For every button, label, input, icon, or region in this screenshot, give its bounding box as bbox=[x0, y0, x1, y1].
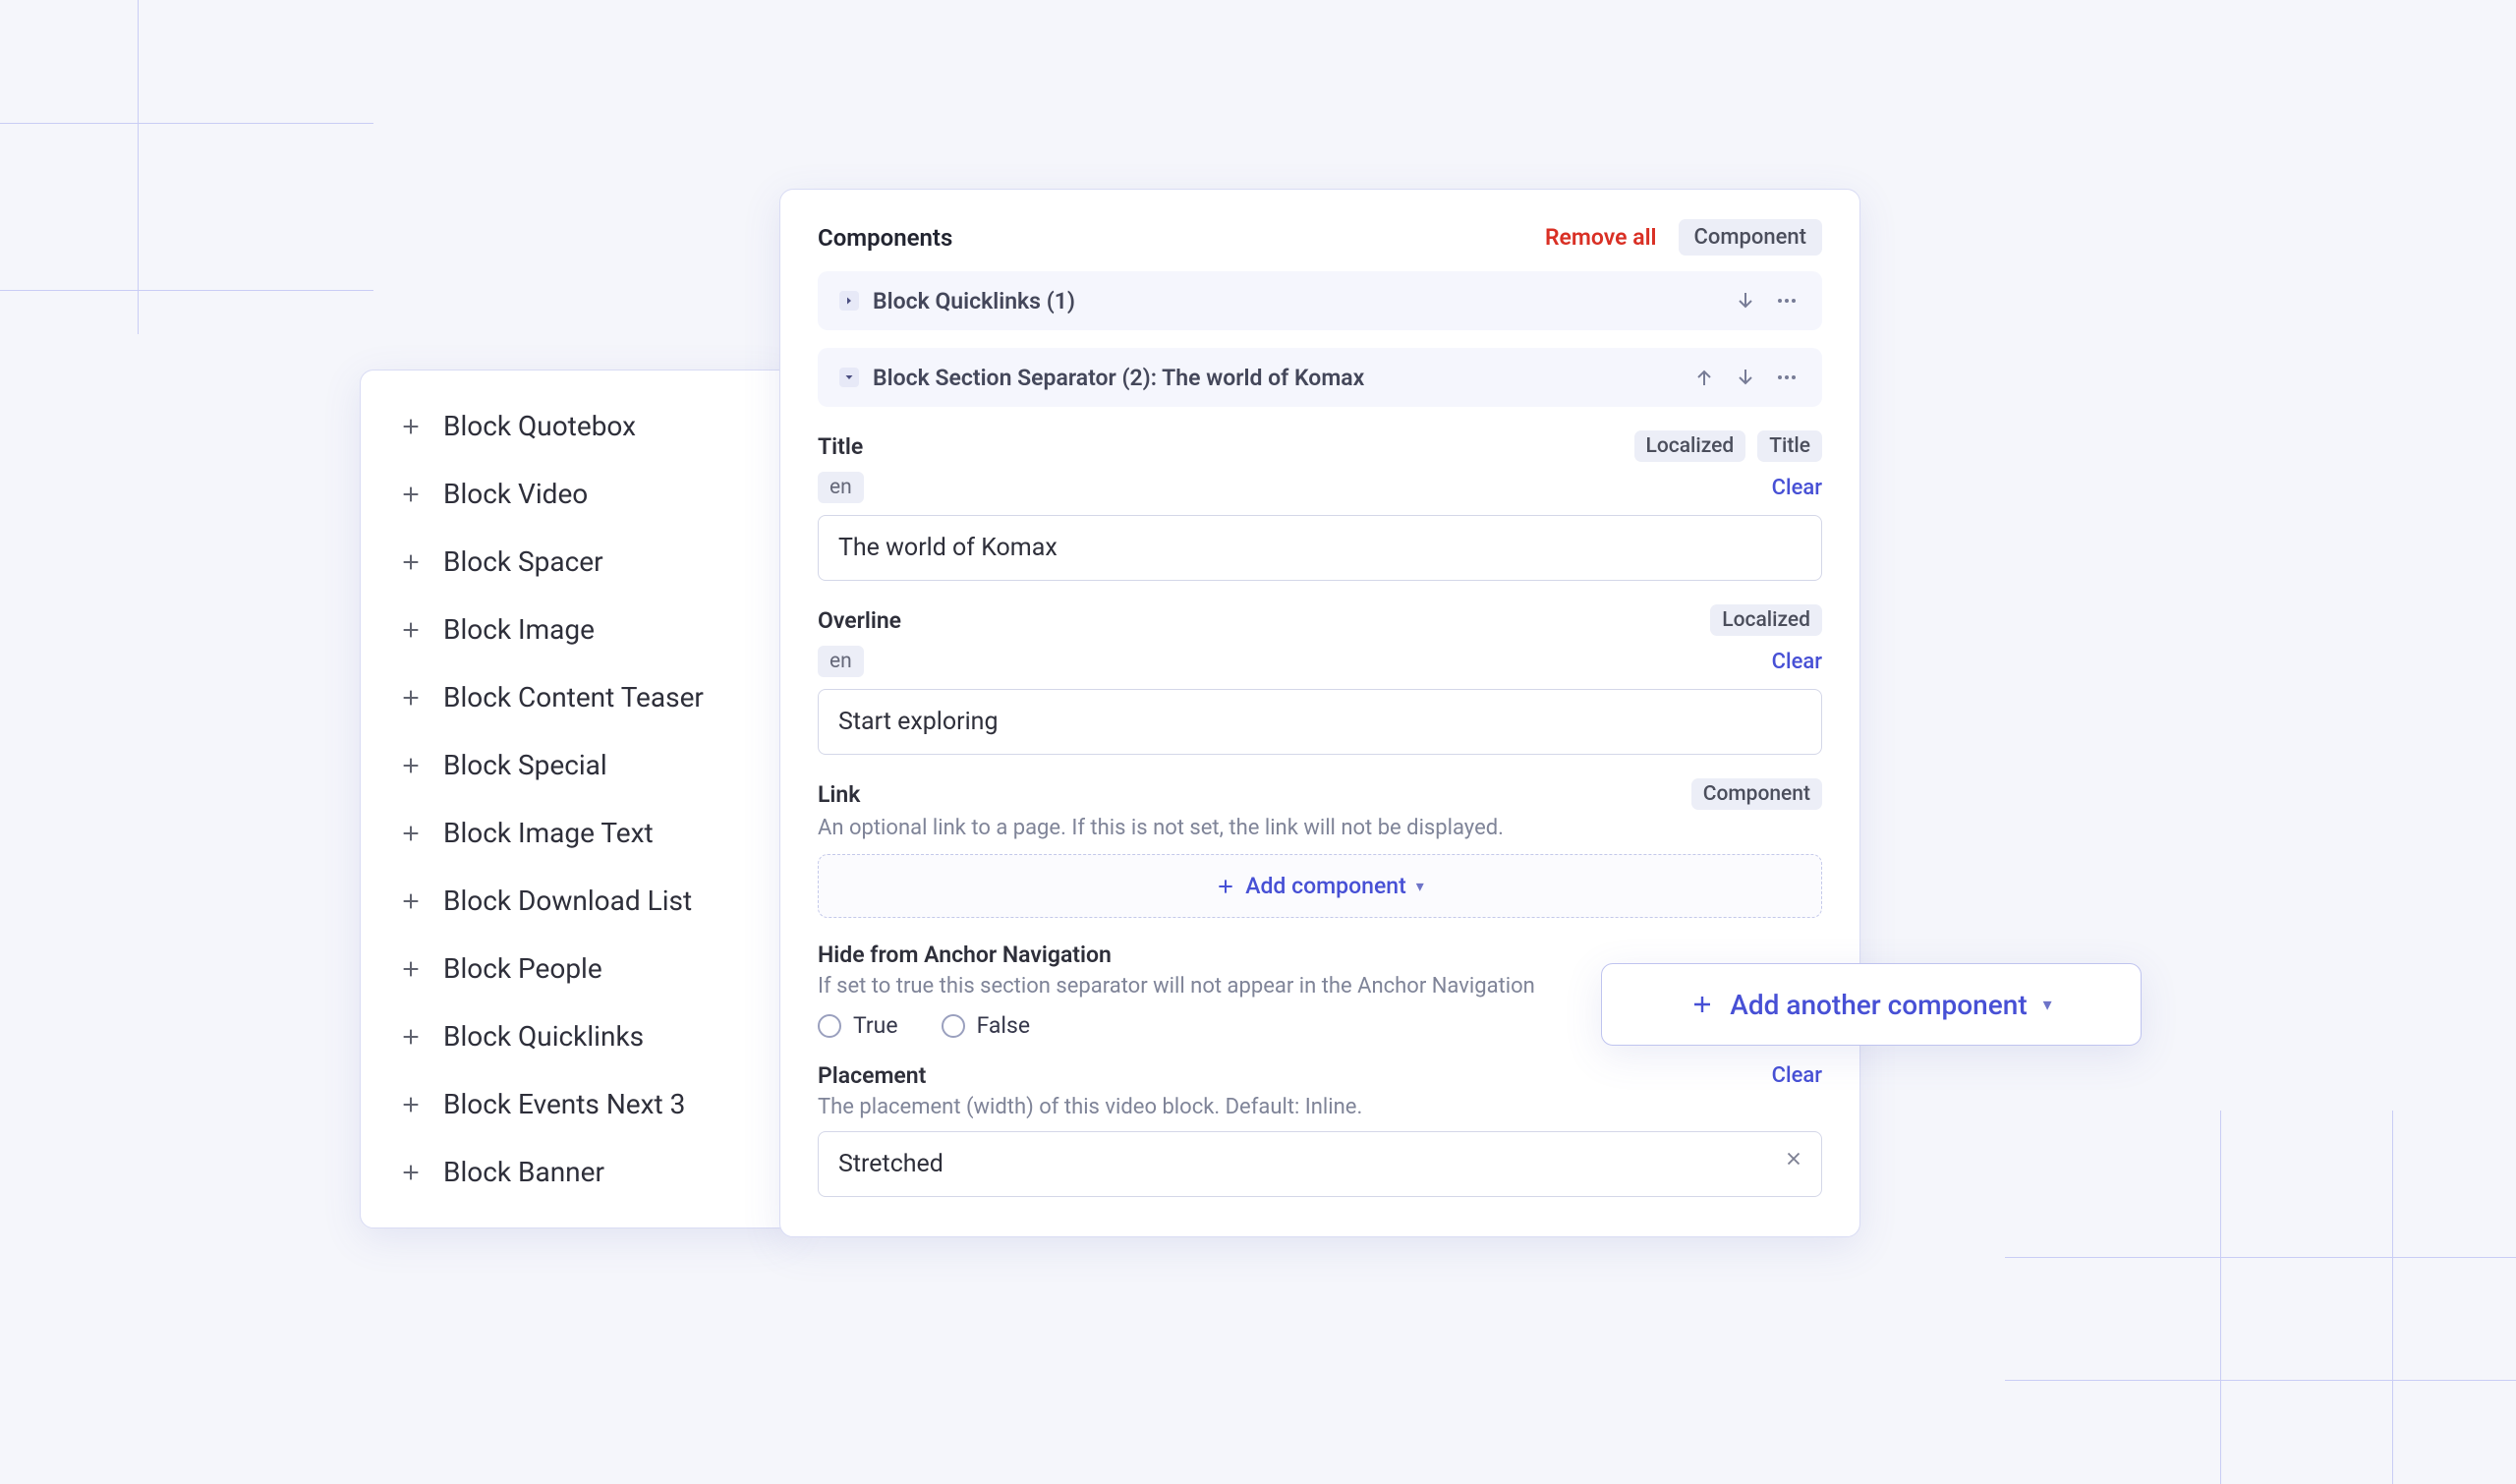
block-type-label: Block Image bbox=[443, 613, 595, 646]
block-type-label: Block Events Next 3 bbox=[443, 1088, 685, 1120]
plus-icon bbox=[400, 1162, 422, 1183]
block-type-item-banner[interactable]: Block Banner bbox=[361, 1138, 791, 1206]
component-editor-panel: Components Remove all Component Block Qu… bbox=[779, 189, 1860, 1237]
plus-icon bbox=[400, 687, 422, 709]
decorative-grid-bottom-right bbox=[1985, 1071, 2516, 1425]
plus-icon bbox=[400, 551, 422, 573]
radio-label: False bbox=[977, 1012, 1031, 1039]
chevron-down-icon: ▾ bbox=[1416, 877, 1424, 895]
field-label: Link bbox=[818, 781, 860, 808]
plus-icon bbox=[1216, 877, 1235, 896]
block-type-item-image-text[interactable]: Block Image Text bbox=[361, 799, 791, 867]
overline-input[interactable] bbox=[818, 689, 1822, 755]
move-down-icon[interactable] bbox=[1732, 287, 1759, 314]
editor-title: Components bbox=[818, 224, 952, 252]
chevron-down-icon: ▾ bbox=[2043, 995, 2052, 1015]
radio-icon bbox=[818, 1014, 841, 1038]
radio-true[interactable]: True bbox=[818, 1012, 898, 1039]
block-type-label: Block Image Text bbox=[443, 817, 654, 849]
title-input[interactable] bbox=[818, 515, 1822, 581]
component-pill: Component bbox=[1691, 778, 1822, 810]
plus-icon bbox=[400, 958, 422, 980]
field-title: Title Localized Title en Clear bbox=[818, 430, 1822, 581]
block-type-menu: Block Quotebox Block Video Block Spacer … bbox=[360, 370, 792, 1228]
block-type-item-quotebox[interactable]: Block Quotebox bbox=[361, 392, 791, 460]
block-type-item-special[interactable]: Block Special bbox=[361, 731, 791, 799]
plus-icon bbox=[400, 484, 422, 505]
block-type-label: Block Content Teaser bbox=[443, 681, 704, 713]
add-component-label: Add component bbox=[1245, 873, 1406, 899]
block-type-label: Block Banner bbox=[443, 1156, 604, 1188]
clear-select-icon[interactable] bbox=[1783, 1148, 1804, 1170]
field-help: An optional link to a page. If this is n… bbox=[818, 816, 1822, 840]
component-slot-section-separator[interactable]: Block Section Separator (2): The world o… bbox=[818, 348, 1822, 407]
plus-icon bbox=[1690, 993, 1714, 1016]
block-type-label: Block People bbox=[443, 952, 602, 985]
editor-header: Components Remove all Component bbox=[818, 219, 1822, 256]
block-type-label: Block Spacer bbox=[443, 545, 603, 578]
block-type-item-content-teaser[interactable]: Block Content Teaser bbox=[361, 663, 791, 731]
radio-icon bbox=[942, 1014, 965, 1038]
more-menu-icon[interactable] bbox=[1773, 364, 1801, 391]
block-type-item-spacer[interactable]: Block Spacer bbox=[361, 528, 791, 596]
block-type-label: Block Quicklinks bbox=[443, 1020, 644, 1053]
locale-chip[interactable]: en bbox=[818, 646, 864, 677]
more-menu-icon[interactable] bbox=[1773, 287, 1801, 314]
field-help: The placement (width) of this video bloc… bbox=[818, 1095, 1822, 1119]
plus-icon bbox=[400, 619, 422, 641]
remove-all-button[interactable]: Remove all bbox=[1545, 224, 1657, 251]
plus-icon bbox=[400, 1094, 422, 1115]
block-type-item-video[interactable]: Block Video bbox=[361, 460, 791, 528]
field-label: Overline bbox=[818, 607, 901, 634]
radio-label: True bbox=[853, 1012, 898, 1039]
radio-false[interactable]: False bbox=[942, 1012, 1031, 1039]
plus-icon bbox=[400, 823, 422, 844]
plus-icon bbox=[400, 755, 422, 776]
locale-chip[interactable]: en bbox=[818, 472, 864, 503]
slot-name: Block Section Separator (2): The world o… bbox=[873, 365, 1677, 391]
add-another-label: Add another component bbox=[1730, 989, 2027, 1021]
move-down-icon[interactable] bbox=[1732, 364, 1759, 391]
block-type-item-image[interactable]: Block Image bbox=[361, 596, 791, 663]
field-label: Placement bbox=[818, 1062, 926, 1089]
localized-pill: Localized bbox=[1634, 430, 1746, 462]
block-type-label: Block Special bbox=[443, 749, 607, 781]
slot-name: Block Quicklinks (1) bbox=[873, 288, 1718, 314]
field-overline: Overline Localized en Clear bbox=[818, 604, 1822, 755]
block-type-label: Block Download List bbox=[443, 885, 692, 917]
field-placement: Placement Clear The placement (width) of… bbox=[818, 1062, 1822, 1197]
placement-select[interactable] bbox=[818, 1131, 1822, 1197]
component-type-pill: Component bbox=[1679, 219, 1822, 256]
block-type-label: Block Video bbox=[443, 478, 588, 510]
clear-button[interactable]: Clear bbox=[1772, 476, 1822, 500]
plus-icon bbox=[400, 890, 422, 912]
block-type-item-download-list[interactable]: Block Download List bbox=[361, 867, 791, 935]
block-type-item-quicklinks[interactable]: Block Quicklinks bbox=[361, 1002, 791, 1070]
block-type-label: Block Quotebox bbox=[443, 410, 636, 442]
add-component-button[interactable]: Add component ▾ bbox=[818, 854, 1822, 918]
localized-pill: Localized bbox=[1710, 604, 1822, 636]
clear-button[interactable]: Clear bbox=[1772, 650, 1822, 674]
caret-down-icon bbox=[839, 368, 859, 387]
plus-icon bbox=[400, 416, 422, 437]
clear-button[interactable]: Clear bbox=[1772, 1063, 1822, 1088]
decorative-grid-top-left bbox=[0, 0, 393, 314]
plus-icon bbox=[400, 1026, 422, 1048]
caret-right-icon bbox=[839, 291, 859, 311]
move-up-icon[interactable] bbox=[1690, 364, 1718, 391]
add-another-component-button[interactable]: Add another component ▾ bbox=[1601, 963, 2142, 1046]
block-type-item-people[interactable]: Block People bbox=[361, 935, 791, 1002]
block-type-item-events-next-3[interactable]: Block Events Next 3 bbox=[361, 1070, 791, 1138]
component-slot-quicklinks[interactable]: Block Quicklinks (1) bbox=[818, 271, 1822, 330]
field-link: Link Component An optional link to a pag… bbox=[818, 778, 1822, 918]
field-label: Title bbox=[818, 433, 863, 460]
field-type-pill: Title bbox=[1757, 430, 1822, 462]
